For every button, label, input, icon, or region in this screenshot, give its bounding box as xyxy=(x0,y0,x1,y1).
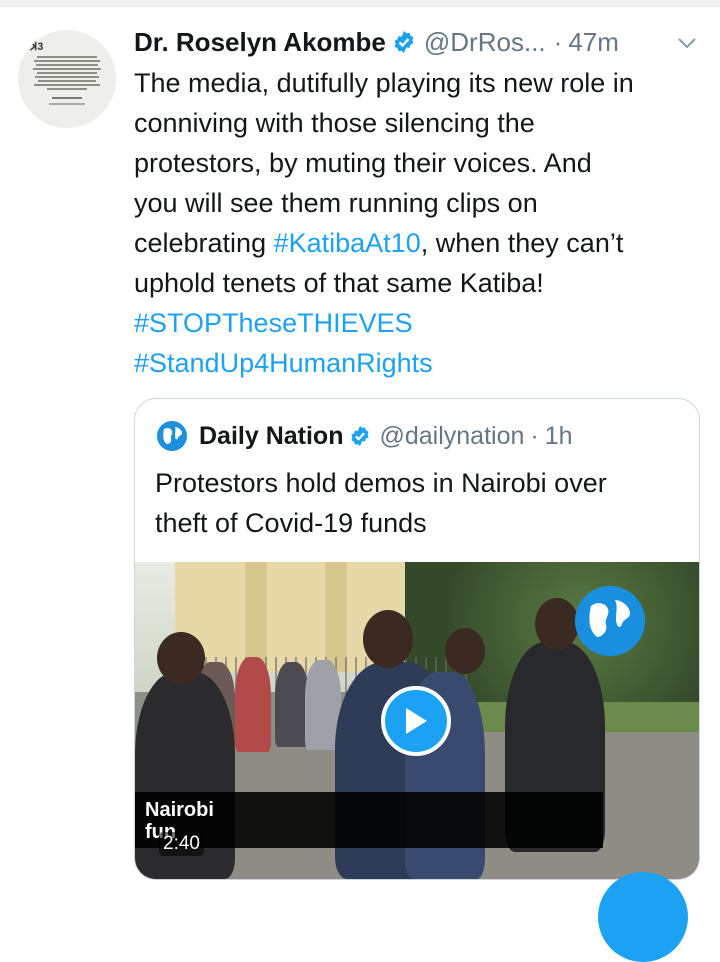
tweet-text-line: celebrating #KatibaAt10, when they can’t xyxy=(134,223,709,263)
video-caption-line: Nairobi xyxy=(145,799,214,821)
author-avatar[interactable]: ꓘ3 xyxy=(18,30,116,128)
hashtag-stop-thieves-link[interactable]: #STOPTheseTHIEVES xyxy=(134,303,709,343)
quoted-tweet-header: Daily Nation @dailynation · 1h xyxy=(155,417,573,455)
author-handle[interactable]: @DrRos... xyxy=(424,27,546,58)
avatar-logo-mark: ꓘ3 xyxy=(30,41,44,53)
hashtag-human-rights-link[interactable]: #StandUp4HumanRights xyxy=(134,343,709,383)
avatar-text-lines xyxy=(32,54,102,92)
compose-fab[interactable] xyxy=(598,872,688,962)
quoted-author-handle: @dailynation xyxy=(379,421,525,450)
tweet-text: The media, dutifully playing its new rol… xyxy=(134,63,709,383)
header-separator: · xyxy=(553,26,563,57)
avatar-signature xyxy=(52,96,82,99)
tweet-text-line: conniving with those silencing the xyxy=(134,108,535,138)
video-scene-crowd-person xyxy=(235,657,271,752)
chevron-down-icon[interactable] xyxy=(676,32,698,54)
tweet-text-line: uphold tenets of that same Katiba! xyxy=(134,268,544,298)
tweet-timestamp[interactable]: 47m xyxy=(568,27,619,58)
video-scene-head xyxy=(445,628,485,674)
tweet-text-line: you will see them running clips on xyxy=(134,188,538,218)
video-scene-crowd-person xyxy=(275,662,309,747)
tweet-text-fragment: , when they can’t xyxy=(420,228,624,258)
quoted-tweet-text: Protestors hold demos in Nairobi over th… xyxy=(155,463,675,543)
globe-logo-icon xyxy=(157,421,187,451)
top-divider xyxy=(0,0,720,7)
video-scene-head xyxy=(363,610,413,668)
video-thumbnail[interactable]: Nairobi fun 2:40 xyxy=(135,562,699,879)
video-scene-head xyxy=(157,632,205,684)
video-scene-pillar xyxy=(245,562,267,672)
tweet-header: Dr. Roselyn Akombe @DrRos... · 47m xyxy=(134,24,619,60)
hashtag-katiba-link[interactable]: #KatibaAt10 xyxy=(274,228,421,258)
quoted-tweet-card[interactable]: Daily Nation @dailynation · 1h Protestor… xyxy=(134,398,700,880)
tweet-text-fragment: celebrating xyxy=(134,228,274,258)
tweet-text-line: protestors, by muting their voices. And xyxy=(134,148,592,178)
quoted-header-separator: · xyxy=(530,421,539,450)
verified-badge-icon xyxy=(351,425,370,447)
verified-badge-icon xyxy=(394,31,414,53)
globe-watermark-icon xyxy=(575,586,645,656)
quoted-text-line: Protestors hold demos in Nairobi over xyxy=(155,468,607,498)
avatar-brand-line xyxy=(49,102,85,105)
quoted-author-name: Daily Nation xyxy=(199,421,344,450)
tweet-text-line: The media, dutifully playing its new rol… xyxy=(134,68,634,98)
video-play-button[interactable] xyxy=(381,686,451,756)
quoted-timestamp: 1h xyxy=(544,421,573,450)
video-duration-badge: 2:40 xyxy=(159,832,204,856)
quoted-text-line: theft of Covid-19 funds xyxy=(155,508,427,538)
play-icon xyxy=(406,708,427,734)
video-scene-pillar xyxy=(325,562,347,672)
author-display-name[interactable]: Dr. Roselyn Akombe xyxy=(134,27,386,58)
